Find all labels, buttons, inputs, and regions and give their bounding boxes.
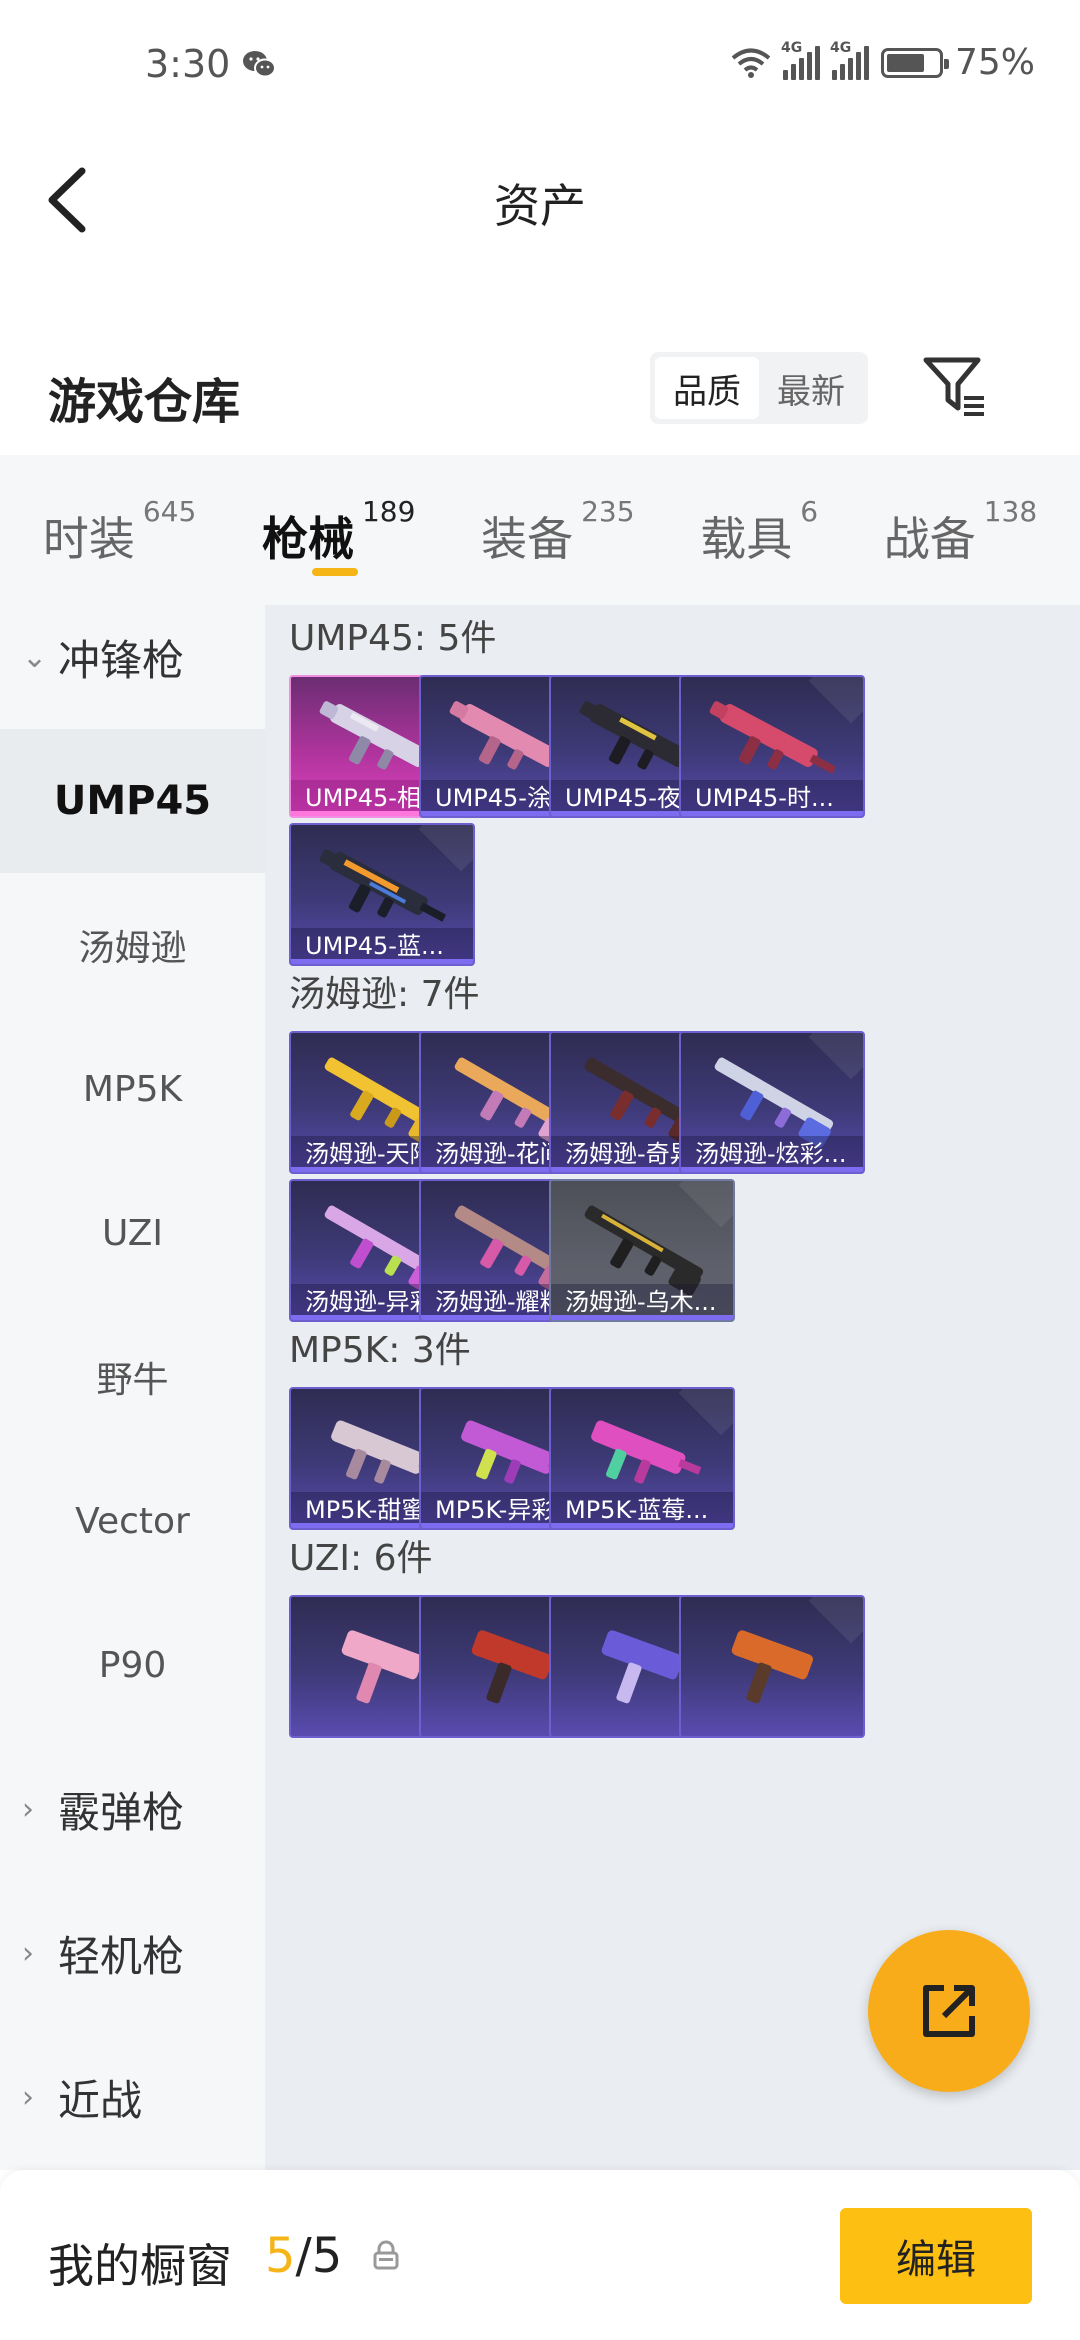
sidebar-group-lmg[interactable]: › 轻机枪 [0,1881,265,2025]
showcase-title: 我的橱窗 [48,2239,232,2293]
tab-count: 189 [361,495,416,528]
tab-count: 6 [800,495,819,528]
smg-skin-icon [709,701,837,774]
sidebar-group-label: 霰弹枪 [58,1787,185,1837]
sidebar-item-label: 汤姆逊 [78,928,187,969]
showcase-count: 5/5 [265,2228,342,2284]
edit-button[interactable]: 编辑 [840,2208,1032,2304]
sort-quality-button[interactable]: 品质 [655,357,759,419]
sidebar-group-shotgun[interactable]: › 霰弹枪 [0,1737,265,1881]
sidebar-group-melee[interactable]: › 近战 [0,2025,265,2169]
tab-label: 枪械 [261,512,354,566]
chevron-right-icon: › [22,2079,34,2115]
sidebar-group-label: 冲锋枪 [58,635,185,685]
wechat-icon [243,51,277,78]
showcase-count-sep: / [295,2228,312,2284]
tab-count: 645 [142,495,197,528]
sidebar-item-uzi[interactable]: UZI [0,1161,265,1305]
tab-active-indicator [311,568,358,576]
tab-label: 载具 [700,512,793,566]
weapon-sidebar: ⌄ 冲锋枪 UMP45 汤姆逊 MP5K UZI 野牛 Vector P90 › 霰… [0,605,265,2170]
sidebar-item-vector[interactable]: Vector [0,1449,265,1593]
page-title: 资产 [494,179,586,233]
sidebar-item-label: UZI [102,1212,163,1254]
sidebar-group-label: 轻机枪 [58,1931,185,1981]
signal-label-2: 4G [829,39,852,56]
status-time: 3:30 [145,42,231,86]
sidebar-item-label: MP5K [82,1068,183,1110]
tab-count: 138 [983,495,1038,528]
warehouse-header: 游戏仓库 品质 最新 [0,330,1080,455]
sidebar-item-ump45[interactable]: UMP45 [0,729,265,873]
chevron-right-icon: › [22,1935,34,1971]
signal-icon-2: 4G [830,40,869,80]
status-bar: 3:30 4G 4G 75% [0,0,1080,135]
sidebar-item-label: P90 [98,1644,167,1686]
smg-skin-icon [584,1205,704,1296]
smg-skin-icon [591,1420,702,1484]
weapon-card[interactable]: UMP45-蓝... [289,823,475,966]
tab-label: 时装 [42,512,135,566]
sidebar-item-p90[interactable]: P90 [0,1593,265,1737]
wifi-icon [731,48,771,78]
weapon-card[interactable]: 汤姆逊-乌木... [549,1179,735,1322]
status-time-group: 3:30 [145,42,277,86]
section-title-mp5k: MP5K: 3件 [289,1330,471,1371]
tab-label: 装备 [481,512,574,566]
section-title-uzi: UZI: 6件 [289,1538,433,1579]
filter-icon[interactable] [920,352,990,422]
tab-label: 战备 [883,512,976,566]
sort-toggle: 品质 最新 [650,352,868,424]
chevron-down-icon: ⌄ [22,639,48,675]
showcase-count-current: 5 [265,2228,296,2284]
sidebar-item-mp5k[interactable]: MP5K [0,1017,265,1161]
warehouse-title: 游戏仓库 [48,374,241,430]
smg-skin-icon [319,849,447,922]
tab-vehicles[interactable]: 载具 6 [700,455,818,605]
sidebar-group-label: 近战 [58,2075,143,2125]
showcase-bar: 我的橱窗 5/5 编辑 [0,2170,1080,2340]
tab-equipment[interactable]: 装备 235 [481,455,634,605]
external-link-icon [923,1985,975,2037]
signal-label-1: 4G [780,39,803,56]
smg-skin-icon [731,1630,814,1704]
battery-percent: 75% [954,42,1035,83]
signal-icon-1: 4G [781,40,820,80]
battery-icon [880,47,949,78]
weapon-card[interactable]: UMP45-时... [679,675,865,818]
tab-count: 235 [581,495,635,528]
weapon-card[interactable]: 汤姆逊-炫彩... [679,1031,865,1174]
tab-firearms[interactable]: 枪械 189 [262,455,415,605]
sort-newest-button[interactable]: 最新 [759,357,863,419]
lock-icon [373,2240,399,2270]
sidebar-item-label: 野牛 [96,1360,169,1401]
sidebar-item-thompson[interactable]: 汤姆逊 [0,873,265,1017]
tab-fashion[interactable]: 时装 645 [43,455,196,605]
chevron-right-icon: › [22,1791,34,1827]
sidebar-item-label: Vector [75,1500,190,1542]
weapon-card[interactable]: MP5K-蓝莓... [549,1387,735,1530]
share-fab-button[interactable] [868,1930,1030,2092]
sidebar-item-label: UMP45 [53,778,212,824]
nav-bar: 资产 [0,135,1080,265]
section-title-ump45: UMP45: 5件 [289,618,497,659]
weapon-card[interactable] [679,1595,865,1738]
category-tabs: 时装 645 枪械 189 装备 235 载具 6 战备 138 [0,455,1080,605]
sidebar-group-smg[interactable]: ⌄ 冲锋枪 [0,605,265,729]
section-title-thompson: 汤姆逊: 7件 [289,974,480,1015]
showcase-count-total: 5 [311,2228,343,2284]
tab-supplies[interactable]: 战备 138 [884,455,1037,605]
sidebar-item-bizon[interactable]: 野牛 [0,1305,265,1449]
smg-skin-icon [714,1057,834,1148]
status-icons: 4G 4G 75% [731,40,1035,83]
